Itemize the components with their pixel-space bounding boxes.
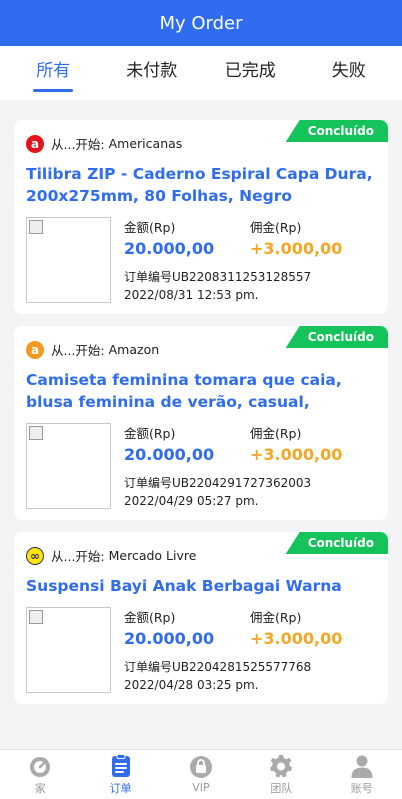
tab-completed[interactable]: 已完成 — [201, 46, 300, 100]
order-date: 2022/04/29 05:27 pm. — [124, 494, 259, 508]
source-prefix: 从...开始: — [51, 343, 105, 358]
commission-label: 佣金(Rp) — [250, 220, 302, 235]
status-badge: Concluído — [285, 532, 388, 554]
source-name: Mercado Livre — [108, 548, 197, 563]
source-name: Amazon — [108, 342, 160, 357]
order-date: 2022/04/28 03:25 pm. — [124, 678, 259, 692]
order-card[interactable]: Concluído ∞ 从...开始: Mercado Livre Suspen… — [14, 532, 388, 704]
tab-failed[interactable]: 失败 — [300, 46, 399, 100]
team-icon — [270, 754, 293, 777]
tabbar-home[interactable]: 家 — [0, 750, 80, 799]
tabbar-account[interactable]: 账号 — [322, 750, 402, 799]
order-tabs: 所有 未付款 已完成 失败 — [0, 46, 402, 100]
amazon-icon: a — [26, 340, 44, 359]
page-title: My Order — [159, 12, 243, 34]
commission-label: 佣金(Rp) — [250, 426, 302, 441]
amount-value: 20.000,00 — [124, 239, 215, 258]
order-number: 订单编号UB2204281525577768 — [124, 660, 312, 674]
tabbar-team[interactable]: 团队 — [241, 750, 321, 799]
amount-value: 20.000,00 — [124, 445, 215, 464]
tab-unpaid[interactable]: 未付款 — [103, 46, 202, 100]
amount-label: 金额(Rp) — [124, 610, 176, 625]
tabbar-label: 团队 — [270, 781, 293, 795]
product-title[interactable]: Tilibra ZIP - Caderno Espiral Capa Dura,… — [26, 163, 376, 207]
vip-icon — [189, 756, 212, 778]
order-card[interactable]: Concluído a 从...开始: Americanas Tilibra Z… — [14, 120, 388, 314]
americanas-icon: a — [26, 134, 44, 153]
tabbar-orders[interactable]: 订单 — [80, 750, 160, 799]
tabbar-label: 账号 — [350, 781, 373, 795]
status-badge: Concluído — [285, 120, 388, 142]
tabbar-vip[interactable]: VIP — [161, 750, 241, 799]
tab-all[interactable]: 所有 — [4, 46, 103, 100]
source-prefix: 从...开始: — [51, 549, 105, 564]
orders-icon — [111, 753, 130, 777]
tabbar-label: 订单 — [109, 781, 132, 795]
source-name: Americanas — [108, 136, 183, 151]
tabbar-label: 家 — [34, 781, 46, 795]
order-list: Concluído a 从...开始: Americanas Tilibra Z… — [0, 100, 402, 704]
order-number: 订单编号UB2204291727362003 — [124, 476, 312, 490]
source-prefix: 从...开始: — [51, 137, 105, 152]
product-image[interactable] — [26, 217, 111, 303]
product-image[interactable] — [26, 423, 111, 509]
commission-label: 佣金(Rp) — [250, 610, 302, 625]
order-date: 2022/08/31 12:53 pm. — [124, 288, 259, 302]
order-card[interactable]: Concluído a 从...开始: Amazon Camiseta femi… — [14, 326, 388, 520]
amount-label: 金额(Rp) — [124, 220, 176, 235]
status-badge: Concluído — [285, 326, 388, 348]
commission-value: +3.000,00 — [250, 445, 343, 464]
product-title[interactable]: Suspensi Bayi Anak Berbagai Warna — [26, 575, 376, 597]
order-number: 订单编号UB2208311253128557 — [124, 270, 312, 284]
bottom-tab-bar: 家 订单 VIP 团队 账号 — [0, 749, 402, 799]
product-title[interactable]: Camiseta feminina tomara que caia, blusa… — [26, 369, 376, 413]
commission-value: +3.000,00 — [250, 239, 343, 258]
commission-value: +3.000,00 — [250, 629, 343, 648]
mercado-livre-icon: ∞ — [26, 546, 44, 565]
home-icon — [30, 756, 51, 777]
app-header: My Order — [0, 0, 402, 46]
account-icon — [351, 755, 373, 778]
amount-label: 金额(Rp) — [124, 426, 176, 441]
tabbar-label: VIP — [192, 781, 210, 794]
product-image[interactable] — [26, 607, 111, 693]
amount-value: 20.000,00 — [124, 629, 215, 648]
